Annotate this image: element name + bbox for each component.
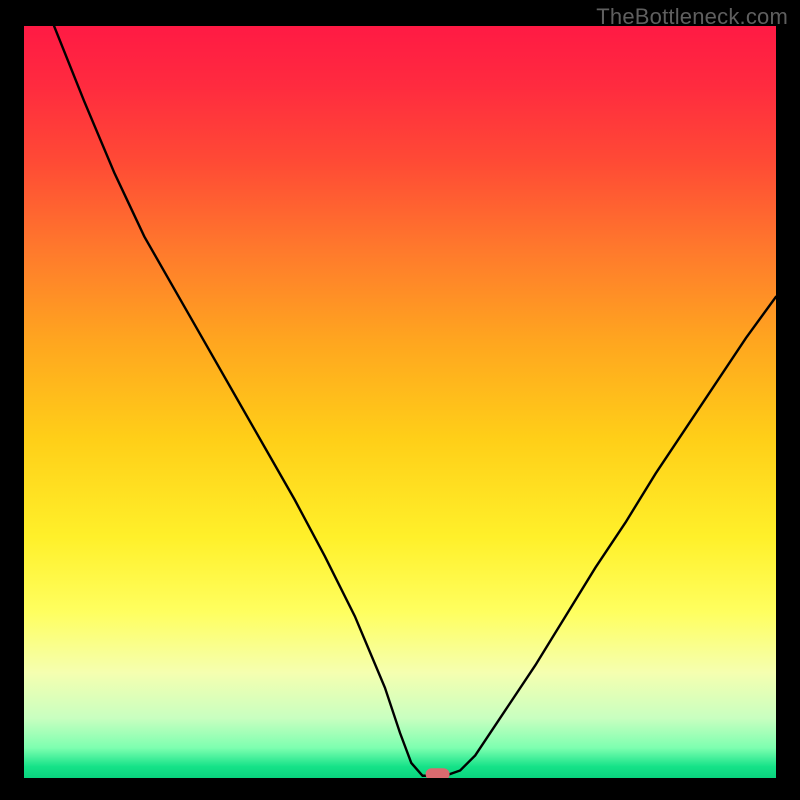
chart-frame: TheBottleneck.com: [0, 0, 800, 800]
plot-background-gradient: [24, 26, 776, 778]
watermark-text: TheBottleneck.com: [596, 4, 788, 30]
bottleneck-chart: [0, 0, 800, 800]
